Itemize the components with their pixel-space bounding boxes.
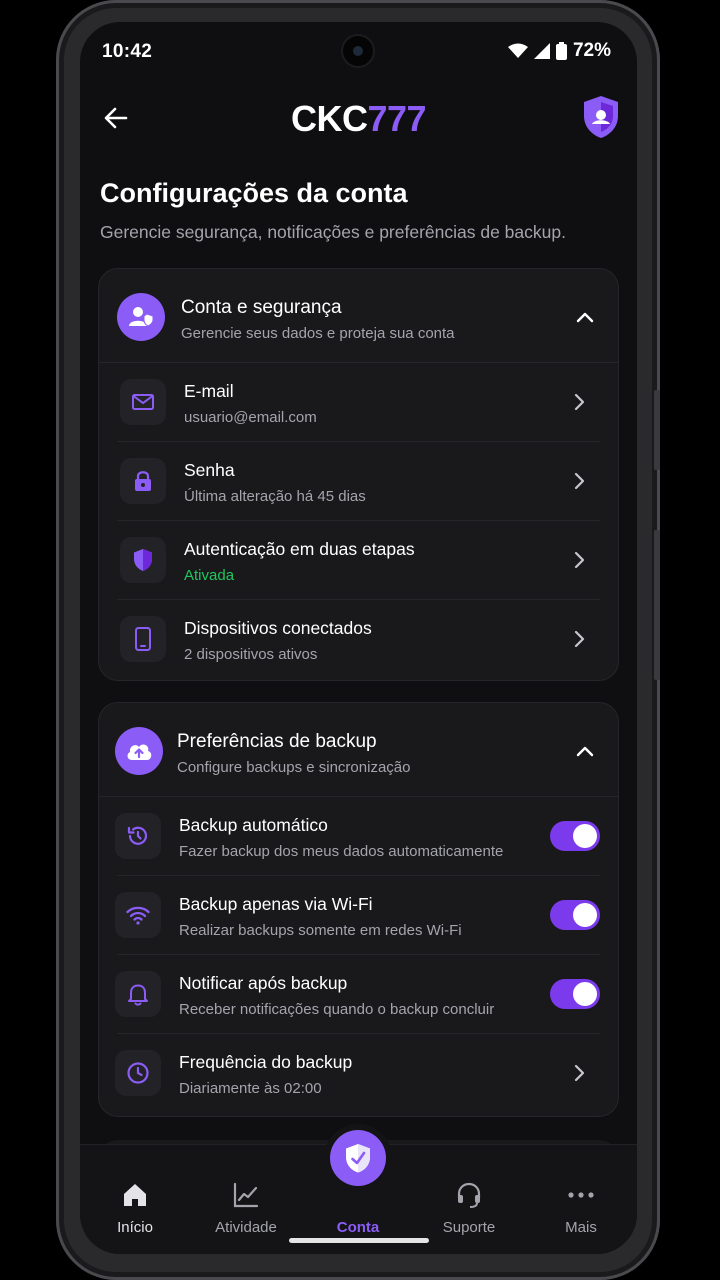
chevron-up-icon[interactable]: [574, 741, 596, 763]
status-bar: 10:42 72%: [80, 22, 637, 78]
chevron-right-icon: [574, 630, 585, 648]
row-title: Senha: [184, 460, 235, 480]
brand-logo: CKC777: [80, 98, 637, 140]
app-header: CKC777: [80, 92, 637, 152]
settings-row-password[interactable]: Senha Última alteração há 45 dias: [117, 442, 600, 521]
card-subtitle: Configure backups e sincronização: [177, 759, 411, 776]
row-title: Frequência do backup: [179, 1052, 353, 1072]
volume-button: [654, 390, 660, 470]
chevron-right-icon: [574, 472, 585, 490]
power-button: [654, 530, 660, 680]
settings-row-devices[interactable]: Dispositivos conectados 2 dispositivos a…: [117, 600, 600, 679]
backup-preferences-header[interactable]: Preferências de backup Configure backups…: [99, 703, 618, 797]
more-icon: [568, 1192, 594, 1198]
account-center-button[interactable]: [330, 1130, 386, 1186]
card-title: Preferências de backup: [177, 731, 377, 752]
account-security-header[interactable]: Conta e segurança Gerencie seus dados e …: [99, 269, 618, 363]
settings-row-auto-backup: Backup automático Fazer backup dos meus …: [115, 797, 600, 876]
mail-icon: [120, 379, 166, 425]
history-icon: [115, 813, 161, 859]
cloud-upload-icon: [115, 727, 163, 775]
chevron-right-icon: [574, 1064, 585, 1082]
row-title: E-mail: [184, 381, 234, 401]
settings-row-frequency[interactable]: Frequência do backup Diariamente às 02:0…: [115, 1034, 600, 1113]
nav-label: Atividade: [215, 1219, 277, 1236]
settings-row-notify: Notificar após backup Receber notificaçõ…: [115, 955, 600, 1034]
row-title: Backup apenas via Wi-Fi: [179, 894, 373, 914]
status-icons: 72%: [507, 40, 611, 62]
row-subtitle: Diariamente às 02:00: [179, 1080, 322, 1097]
bell-icon: [115, 971, 161, 1017]
nav-label: Início: [117, 1219, 153, 1236]
chevron-right-icon: [574, 551, 585, 569]
smartphone-icon: [120, 616, 166, 662]
home-indicator[interactable]: [289, 1238, 429, 1243]
notify-toggle[interactable]: [550, 979, 600, 1009]
nav-label: Conta: [336, 1219, 380, 1236]
clock-icon: [115, 1050, 161, 1096]
shield-icon: [346, 1144, 370, 1173]
wifi-status-icon: [507, 43, 528, 58]
status-time: 10:42: [102, 41, 153, 62]
chevron-right-icon: [574, 393, 585, 411]
lock-icon: [120, 458, 166, 504]
row-subtitle: Última alteração há 45 dias: [184, 488, 366, 505]
row-title: Dispositivos conectados: [184, 618, 372, 638]
card-subtitle: Gerencie seus dados e proteja sua conta: [181, 325, 455, 342]
wifi-icon: [115, 892, 161, 938]
row-subtitle: Realizar backups somente em redes Wi-Fi: [179, 922, 462, 939]
backup-preferences-card: Preferências de backup Configure backups…: [98, 702, 619, 1117]
logo-main-text: CKC: [290, 98, 368, 139]
auto-backup-toggle[interactable]: [550, 821, 600, 851]
wifi-only-toggle[interactable]: [550, 900, 600, 930]
status-text-active: Ativada: [184, 567, 235, 584]
battery-level: 72%: [572, 40, 611, 61]
row-subtitle: usuario@email.com: [184, 409, 317, 426]
shield-icon: [120, 537, 166, 583]
page-subtitle: Gerencie segurança, notificações e prefe…: [100, 222, 566, 242]
front-camera: [343, 36, 373, 66]
page-title: Configurações da conta: [100, 178, 408, 208]
row-title: Notificar após backup: [179, 973, 348, 993]
row-title: Autenticação em duas etapas: [184, 539, 415, 559]
battery-icon: [555, 42, 567, 60]
chart-icon: [233, 1182, 259, 1208]
nav-label: Mais: [565, 1219, 597, 1236]
nav-label: Suporte: [442, 1219, 496, 1236]
chevron-up-icon[interactable]: [574, 307, 596, 329]
headset-icon: [457, 1182, 481, 1208]
settings-row-email[interactable]: E-mail usuario@email.com: [117, 363, 600, 442]
row-subtitle: Fazer backup dos meus dados automaticame…: [179, 843, 504, 860]
row-title: Backup automático: [179, 815, 328, 835]
card-title: Conta e segurança: [181, 297, 342, 318]
settings-row-wifi-only: Backup apenas via Wi-Fi Realizar backups…: [115, 876, 600, 955]
signal-icon: [533, 43, 550, 59]
row-subtitle: Receber notificações quando o backup con…: [179, 1001, 495, 1018]
logo-accent-text: 777: [367, 98, 427, 139]
screen: 10:42 72% CKC777 Configurações da conta …: [80, 22, 637, 1254]
account-security-card: Conta e segurança Gerencie seus dados e …: [98, 268, 619, 681]
security-shield-icon[interactable]: [581, 94, 621, 140]
row-subtitle: 2 dispositivos ativos: [184, 646, 318, 663]
user-security-icon: [117, 293, 165, 341]
home-icon: [124, 1184, 146, 1206]
settings-row-two-factor[interactable]: Autenticação em duas etapas Ativada: [117, 521, 600, 600]
